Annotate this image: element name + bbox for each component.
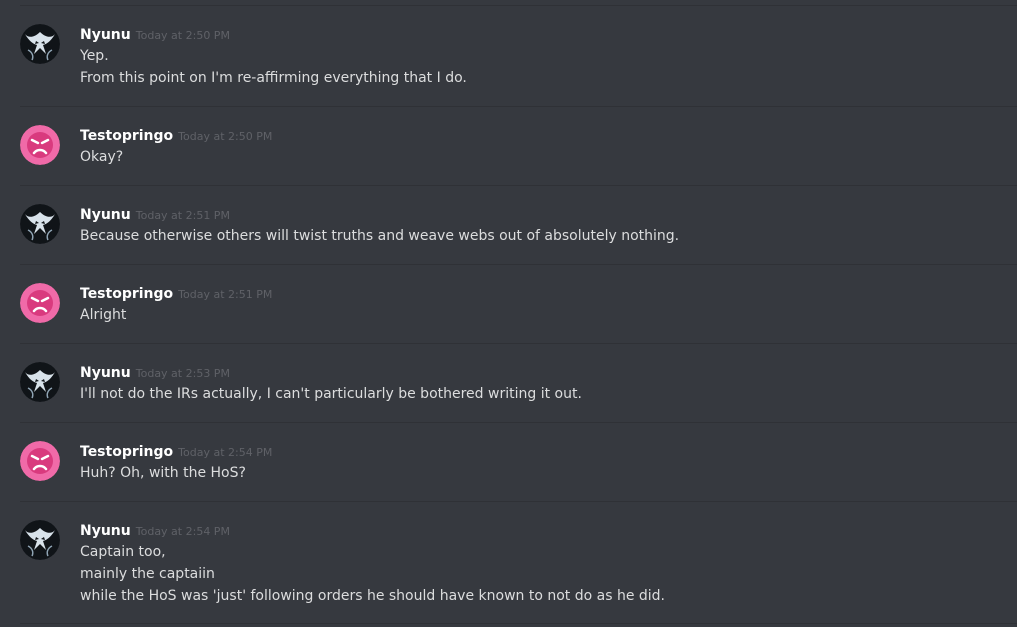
message-divider — [20, 264, 1017, 265]
message-line: Okay? — [80, 149, 124, 165]
message-divider — [20, 623, 1017, 624]
timestamp[interactable]: Today at 2:54 PM — [136, 525, 230, 538]
pink-angry-face-icon — [20, 283, 60, 323]
message-line: From this point on I'm re-affirming ever… — [80, 70, 467, 86]
username[interactable]: Nyunu — [80, 27, 131, 43]
venom-symbiote-icon — [20, 520, 60, 560]
username[interactable]: Testopringo — [80, 444, 173, 460]
avatar[interactable] — [20, 441, 60, 481]
username[interactable]: Nyunu — [80, 365, 131, 381]
message-content: Captain too, mainly the captaiin while t… — [80, 541, 665, 607]
timestamp[interactable]: Today at 2:51 PM — [178, 288, 272, 301]
timestamp[interactable]: Today at 2:50 PM — [136, 29, 230, 42]
message-group: Nyunu Today at 2:51 PM Because otherwise … — [0, 204, 1017, 252]
avatar[interactable] — [20, 204, 60, 244]
message-content: Because otherwise others will twist trut… — [80, 225, 679, 247]
message-group: Testopringo Today at 2:51 PM Alright — [0, 283, 1017, 331]
message-divider — [20, 501, 1017, 502]
message-group: Nyunu Today at 2:53 PM I'll not do the IR… — [0, 362, 1017, 410]
message-content: I'll not do the IRs actually, I can't pa… — [80, 383, 582, 405]
venom-symbiote-icon — [20, 362, 60, 402]
message-group: Nyunu Today at 2:54 PM Captain too, mainl… — [0, 520, 1017, 612]
message-content: Alright — [80, 304, 126, 326]
username[interactable]: Testopringo — [80, 286, 173, 302]
message-line: Because otherwise others will twist trut… — [80, 228, 680, 244]
message-group: Testopringo Today at 2:50 PM Okay? — [0, 125, 1017, 173]
message-line: Huh? Oh, with the HoS? — [80, 465, 246, 481]
message-group: Testopringo Today at 2:54 PM Huh? Oh, wit… — [0, 441, 1017, 489]
venom-symbiote-icon — [20, 204, 60, 244]
pink-angry-face-icon — [20, 125, 60, 165]
message-header: Nyunu Today at 2:50 PM — [80, 24, 230, 44]
message-header: Testopringo Today at 2:51 PM — [80, 283, 272, 303]
avatar[interactable] — [20, 125, 60, 165]
message-header: Nyunu Today at 2:53 PM — [80, 362, 230, 382]
avatar[interactable] — [20, 362, 60, 402]
message-line: mainly the captaiin — [80, 566, 215, 582]
message-divider — [20, 343, 1017, 344]
message-header: Testopringo Today at 2:50 PM — [80, 125, 272, 145]
message-divider — [20, 106, 1017, 107]
username[interactable]: Nyunu — [80, 207, 131, 223]
message-line: Alright — [80, 307, 127, 323]
message-group: Nyunu Today at 2:50 PM Yep. From this poi… — [0, 24, 1017, 94]
avatar[interactable] — [20, 24, 60, 64]
timestamp[interactable]: Today at 2:51 PM — [136, 209, 230, 222]
username[interactable]: Nyunu — [80, 523, 131, 539]
message-content: Okay? — [80, 146, 123, 168]
timestamp[interactable]: Today at 2:50 PM — [178, 130, 272, 143]
message-header: Nyunu Today at 2:54 PM — [80, 520, 230, 540]
timestamp[interactable]: Today at 2:54 PM — [178, 446, 272, 459]
message-divider — [20, 185, 1017, 186]
username[interactable]: Testopringo — [80, 128, 173, 144]
venom-symbiote-icon — [20, 24, 60, 64]
message-divider — [20, 422, 1017, 423]
pink-angry-face-icon — [20, 441, 60, 481]
message-divider — [20, 5, 1017, 6]
message-line: Yep. — [80, 48, 109, 64]
avatar[interactable] — [20, 283, 60, 323]
message-content: Huh? Oh, with the HoS? — [80, 462, 246, 484]
message-line: while the HoS was 'just' following order… — [80, 588, 665, 604]
message-header: Testopringo Today at 2:54 PM — [80, 441, 272, 461]
message-content: Yep. From this point on I'm re-affirming… — [80, 45, 467, 89]
message-header: Nyunu Today at 2:51 PM — [80, 204, 230, 224]
message-line: Captain too, — [80, 544, 166, 560]
timestamp[interactable]: Today at 2:53 PM — [136, 367, 230, 380]
chat-messages: Nyunu Today at 2:50 PM Yep. From this poi… — [0, 0, 1017, 627]
message-line: I'll not do the IRs actually, I can't pa… — [80, 386, 582, 402]
avatar[interactable] — [20, 520, 60, 560]
